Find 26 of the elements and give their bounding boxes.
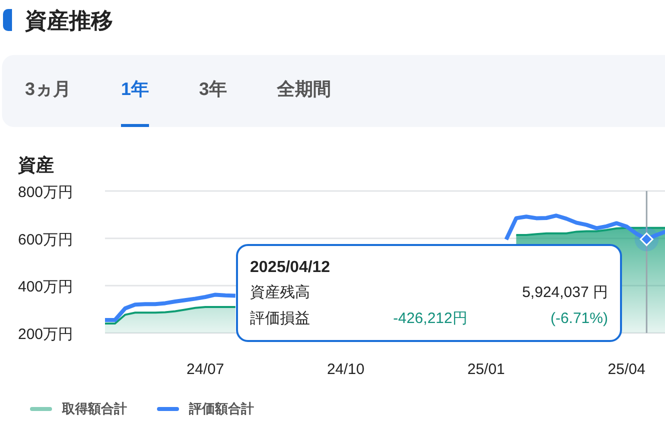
period-tab[interactable]: 3年 xyxy=(199,55,228,127)
section-title: 資産 xyxy=(18,154,54,177)
tooltip-value: 5,924,037 円 xyxy=(522,282,608,303)
x-axis-label: 25/04 xyxy=(608,361,646,378)
period-tab[interactable]: 全期間 xyxy=(277,55,332,127)
legend-label: 評価額合計 xyxy=(189,400,254,418)
tooltip-label: 資産残高 xyxy=(250,282,310,303)
page-title: 資産推移 xyxy=(25,6,113,34)
period-tab[interactable]: 3ヵ月 xyxy=(25,55,72,127)
y-axis-label: 400万円 xyxy=(18,278,74,296)
title-accent-bar xyxy=(3,9,12,31)
legend-swatch xyxy=(157,406,179,411)
hover-marker xyxy=(634,227,659,252)
tooltip-value: -426,212円 xyxy=(393,308,468,329)
period-tab[interactable]: 1年 xyxy=(121,55,150,127)
x-axis-label: 25/01 xyxy=(467,361,505,378)
y-axis-label: 800万円 xyxy=(18,184,74,201)
x-axis-label: 24/10 xyxy=(326,361,364,378)
tooltip-percent: (-6.71%) xyxy=(550,308,608,329)
y-axis-label: 200万円 xyxy=(18,326,74,343)
x-axis-label: 24/07 xyxy=(186,361,224,378)
legend-swatch xyxy=(30,406,52,411)
y-axis-label: 600万円 xyxy=(18,231,74,248)
tooltip-label: 評価損益 xyxy=(250,308,310,329)
tooltip-date: 2025/04/12 xyxy=(250,258,330,278)
legend-label: 取得額合計 xyxy=(62,400,127,418)
